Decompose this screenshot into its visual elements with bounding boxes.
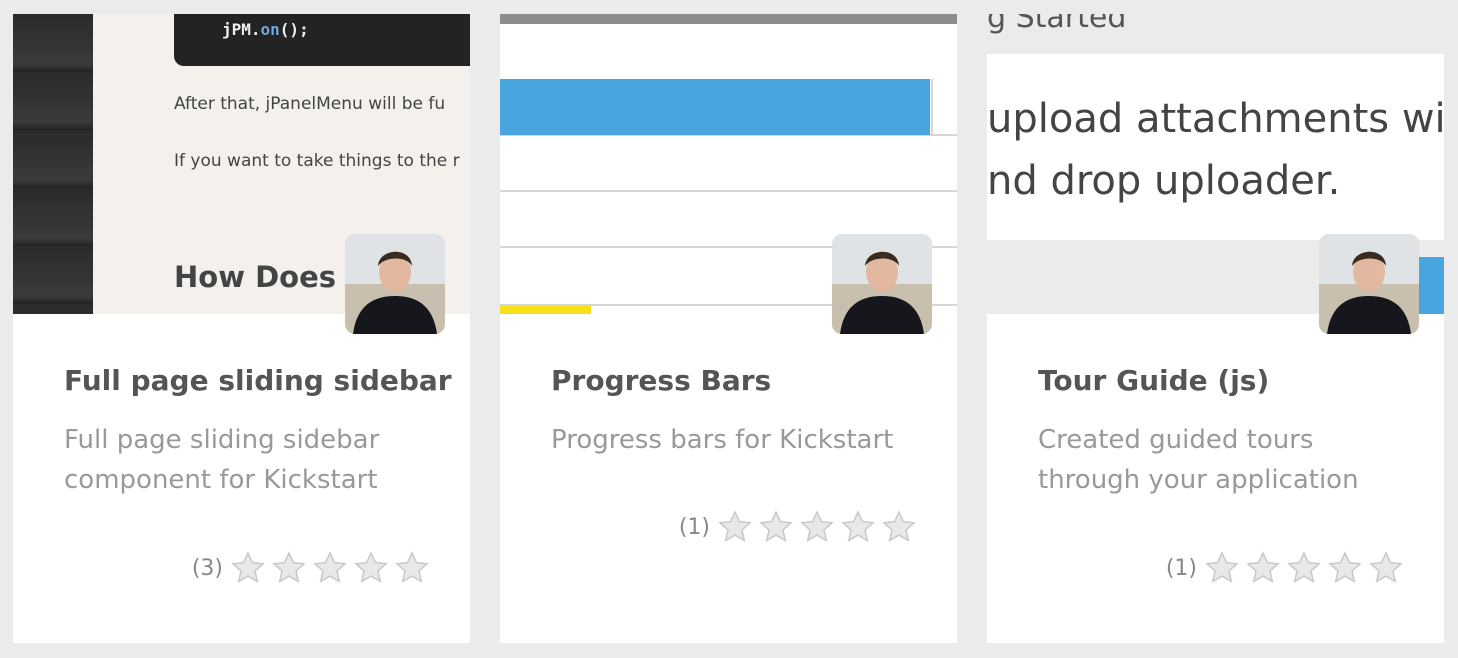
thumbnail-panel: upload attachments with nd drop uploader… — [987, 54, 1444, 240]
thumbnail-code-block: jPM.on(); — [174, 14, 470, 66]
thumbnail-blue-tab — [1419, 257, 1444, 314]
thumbnail-code-text: jPM.on(); — [222, 20, 309, 39]
star-icon[interactable] — [394, 550, 430, 586]
star-icon[interactable] — [799, 509, 835, 545]
star-icon[interactable] — [1368, 550, 1404, 586]
star-icon[interactable] — [1204, 550, 1240, 586]
rating[interactable]: (1) — [679, 509, 917, 545]
thumbnail-progress-bar-blue — [500, 79, 930, 135]
card-description: Full page sliding sidebar component for … — [64, 425, 380, 495]
thumbnail-top-bar — [500, 14, 957, 24]
author-avatar[interactable] — [832, 234, 932, 334]
thumbnail-sidebar-graphic — [13, 14, 93, 314]
thumbnail-progress-bar-yellow — [500, 306, 591, 314]
rating-count: (1) — [678, 514, 710, 540]
card-title[interactable]: Full page sliding sidebar — [64, 364, 452, 397]
star-icon[interactable] — [758, 509, 794, 545]
card-description: Progress bars for Kickstart — [551, 425, 894, 455]
rating-count: (3) — [191, 555, 223, 581]
plugin-card-tour-guide[interactable]: g Started upload attachments with nd dro… — [987, 14, 1444, 643]
thumbnail-divider — [500, 190, 957, 192]
star-icon[interactable] — [881, 509, 917, 545]
star-icon[interactable] — [230, 550, 266, 586]
plugin-card-progress-bars[interactable]: Progress Bars Progress bars for Kickstar… — [500, 14, 957, 643]
star-icon[interactable] — [840, 509, 876, 545]
rating[interactable]: (3) — [192, 550, 430, 586]
star-icon[interactable] — [353, 550, 389, 586]
star-icon[interactable] — [271, 550, 307, 586]
star-icon[interactable] — [1327, 550, 1363, 586]
author-avatar[interactable] — [345, 234, 445, 334]
star-icon[interactable] — [1245, 550, 1281, 586]
card-title[interactable]: Progress Bars — [551, 364, 771, 397]
rating[interactable]: (1) — [1166, 550, 1404, 586]
rating-count: (1) — [1165, 555, 1197, 581]
star-icon[interactable] — [717, 509, 753, 545]
thumbnail-text-line: upload attachments with — [987, 96, 1444, 142]
thumbnail-text-line: After that, jPanelMenu will be fu — [174, 94, 446, 114]
thumbnail-text-line: g Started — [987, 14, 1127, 35]
thumbnail-text-line: If you want to take things to the r — [174, 151, 460, 171]
author-avatar[interactable] — [1319, 234, 1419, 334]
thumbnail-text-line: nd drop uploader. — [987, 158, 1341, 204]
star-icon[interactable] — [1286, 550, 1322, 586]
thumbnail-bar-track-end — [931, 79, 957, 135]
star-icon[interactable] — [312, 550, 348, 586]
card-title[interactable]: Tour Guide (js) — [1038, 364, 1269, 397]
card-description: Created guided tours through your applic… — [1038, 425, 1359, 495]
plugin-card-sliding-sidebar[interactable]: jPM.on(); After that, jPanelMenu will be… — [13, 14, 470, 643]
